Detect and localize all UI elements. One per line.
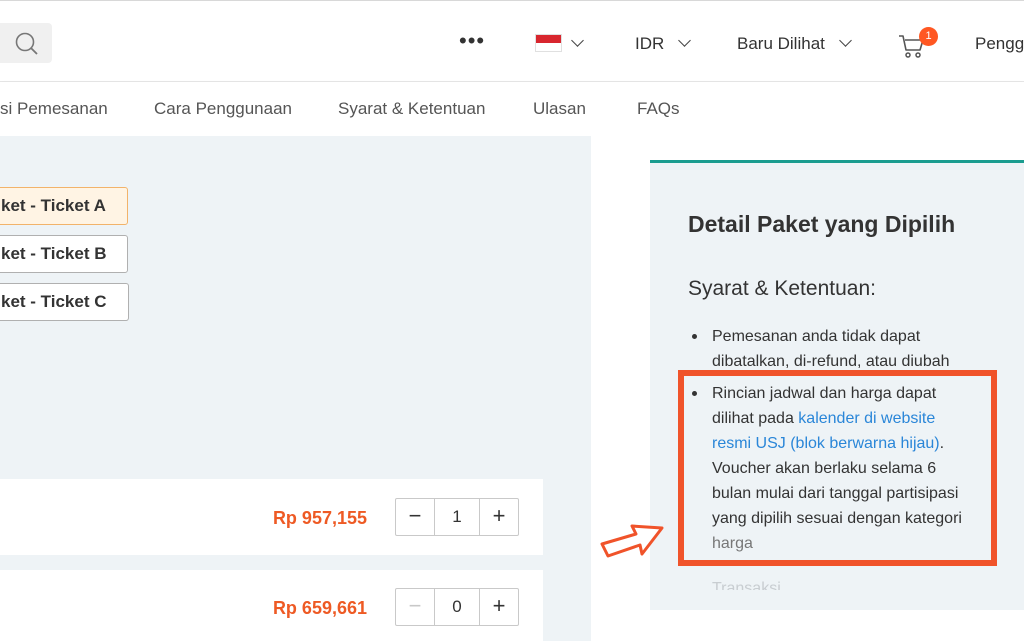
more-icon[interactable]: •••	[459, 30, 485, 52]
currency-selector[interactable]: IDR	[635, 34, 664, 54]
quantity-value[interactable]: 1	[434, 499, 480, 535]
quantity-value[interactable]: 0	[434, 589, 480, 625]
tab-syarat-ketentuan[interactable]: Syarat & Ketentuan	[338, 99, 485, 119]
user-menu[interactable]: Pengg	[975, 34, 1024, 54]
ticket-quantity-row: Rp 957,155 − 1 +	[0, 479, 543, 555]
search-icon	[15, 32, 38, 55]
ticket-quantity-row: Rp 659,661 − 0 +	[0, 570, 543, 641]
recently-viewed-menu[interactable]: Baru Dilihat	[737, 34, 825, 54]
arrow-pointer-icon	[600, 524, 664, 558]
quantity-stepper: − 1 +	[395, 498, 519, 536]
decrease-quantity-button[interactable]: −	[396, 589, 434, 625]
terms-line: Pemesanan anda tidak dapat	[712, 328, 921, 345]
ticket-price: Rp 957,155	[272, 508, 367, 528]
increase-quantity-button[interactable]: +	[480, 589, 518, 625]
tab-ulasan[interactable]: Ulasan	[533, 99, 586, 119]
decrease-quantity-button[interactable]: −	[396, 499, 434, 535]
section-tabs: si Pemesanan Cara Penggunaan Syarat & Ke…	[0, 82, 1024, 136]
top-header: ••• IDR Baru Dilihat 1 Pengg	[0, 0, 1024, 82]
package-option-ticket-b[interactable]: ket - Ticket B	[0, 235, 128, 273]
highlight-box	[678, 370, 997, 566]
cart-count-badge: 1	[919, 27, 938, 46]
terms-item: Pemesanan anda tidak dapat dibatalkan, d…	[692, 324, 1012, 374]
detail-title: Detail Paket yang Dipilih	[688, 211, 956, 237]
cut-off-text: Transaksi	[712, 580, 781, 590]
indonesia-flag-icon[interactable]	[535, 34, 562, 52]
chevron-down-icon[interactable]	[678, 34, 691, 47]
tab-konfirmasi-pemesanan[interactable]: si Pemesanan	[0, 99, 108, 119]
package-option-ticket-a[interactable]: ket - Ticket A	[0, 187, 128, 225]
search-button[interactable]	[0, 23, 52, 63]
bullet-dot	[692, 334, 697, 339]
tab-faqs[interactable]: FAQs	[637, 99, 680, 119]
terms-heading: Syarat & Ketentuan:	[688, 277, 876, 300]
chevron-down-icon[interactable]	[571, 34, 584, 47]
ticket-price: Rp 659,661	[272, 598, 367, 618]
chevron-down-icon[interactable]	[839, 34, 852, 47]
tab-cara-penggunaan[interactable]: Cara Penggunaan	[154, 99, 292, 119]
package-option-ticket-c[interactable]: ket - Ticket C	[0, 283, 129, 321]
quantity-stepper: − 0 +	[395, 588, 519, 626]
increase-quantity-button[interactable]: +	[480, 499, 518, 535]
